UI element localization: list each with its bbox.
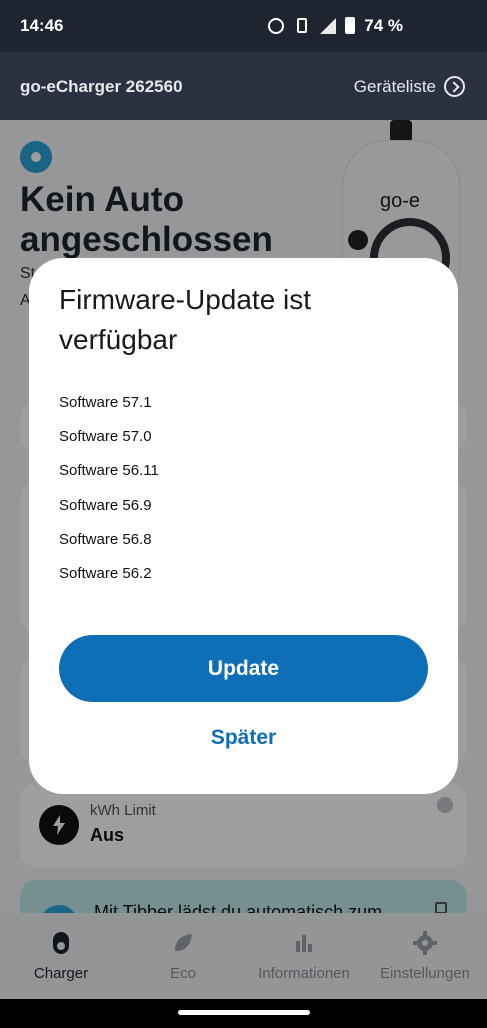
- chevron-right-circle-icon: [444, 76, 465, 97]
- vibrate-icon: [297, 18, 307, 33]
- version-item: Software 56.2: [59, 564, 152, 582]
- update-button[interactable]: Update: [59, 635, 428, 702]
- version-item: Software 57.0: [59, 428, 152, 446]
- status-icons: [268, 17, 355, 34]
- device-list-button[interactable]: Geräteliste: [354, 76, 465, 97]
- version-list: Software 57.1 Software 57.0 Software 56.…: [59, 393, 159, 598]
- battery-percent: 74 %: [364, 16, 403, 35]
- dialog-title: Firmware-Update ist verfügbar: [59, 284, 312, 355]
- alarm-icon: [268, 17, 284, 34]
- version-item: Software 57.1: [59, 394, 152, 411]
- app-header: go-eCharger 262560 Geräteliste: [0, 52, 487, 120]
- status-bar: 14:46 74 %: [0, 0, 487, 52]
- device-list-label: Geräteliste: [353, 76, 436, 96]
- version-item: Software 56.9: [59, 496, 152, 514]
- device-title: go-eCharger 262560: [20, 77, 183, 96]
- version-item: Software 56.11: [59, 462, 159, 480]
- system-nav-bar: [0, 999, 487, 1028]
- signal-icon: [320, 17, 336, 34]
- battery-icon: [345, 17, 355, 34]
- later-button[interactable]: Später: [59, 720, 428, 756]
- home-indicator[interactable]: [178, 1010, 310, 1015]
- status-time: 14:46: [20, 16, 64, 35]
- version-item: Software 56.8: [59, 530, 152, 548]
- firmware-update-dialog: Firmware-Update ist verfügbar Software 5…: [29, 258, 458, 794]
